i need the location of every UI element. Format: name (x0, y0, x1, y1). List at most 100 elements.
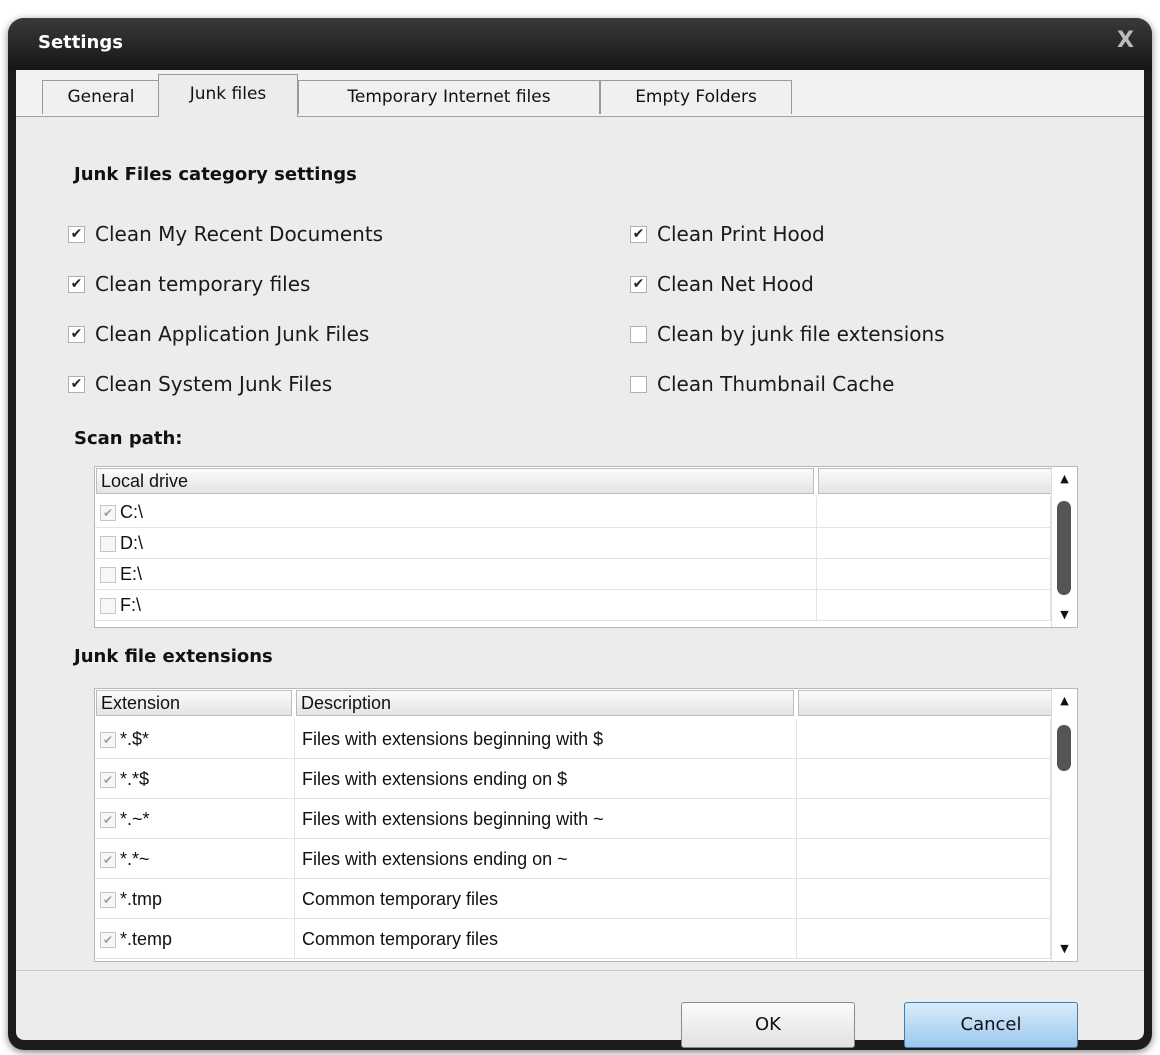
junk-option[interactable]: ✔ Clean Application Junk Files (68, 320, 369, 348)
junk-option-label: Clean temporary files (95, 272, 311, 296)
drive-cell: ✔ C:\ (95, 497, 817, 528)
table-row[interactable]: E:\ (95, 559, 1051, 590)
table-row[interactable]: ✔ *.*$ Files with extensions ending on $ (95, 759, 1051, 799)
extension-cell: ✔ *.$* (95, 719, 295, 759)
table-row[interactable]: ✔ *.~* Files with extensions beginning wit… (95, 799, 1051, 839)
tab-temporary-internet-files[interactable]: Temporary Internet files (298, 80, 600, 114)
checkbox-checked-icon[interactable]: ✔ (100, 812, 116, 829)
junk-option[interactable]: ✔ Clean temporary files (68, 270, 310, 298)
column-header-blank[interactable] (798, 690, 1052, 716)
checkbox-unchecked-icon[interactable] (100, 598, 116, 615)
checkbox-checked-icon[interactable]: ✔ (630, 275, 647, 293)
checkbox-checked-icon[interactable]: ✔ (100, 772, 116, 789)
junk-settings-heading: Junk Files category settings (74, 164, 357, 185)
drive-label: D:\ (120, 533, 144, 553)
junk-option[interactable]: ✔ Clean My Recent Documents (68, 220, 383, 248)
table-row[interactable]: F:\ (95, 590, 1051, 621)
table-row[interactable]: ✔ *.temp Common temporary files (95, 919, 1051, 959)
empty-cell (797, 799, 1051, 839)
checkbox-checked-icon[interactable]: ✔ (68, 225, 85, 243)
junk-option[interactable]: Clean by junk file extensions (630, 320, 945, 348)
checkbox-unchecked-icon[interactable] (630, 325, 647, 343)
checkbox-unchecked-icon[interactable] (630, 375, 647, 393)
checkbox-checked-icon[interactable]: ✔ (100, 732, 116, 749)
scroll-thumb[interactable] (1057, 501, 1071, 595)
dialog-content: General Junk files Temporary Internet fi… (16, 70, 1144, 1048)
table-row[interactable]: ✔ C:\ (95, 497, 1051, 528)
checkbox-checked-icon[interactable]: ✔ (68, 275, 85, 293)
checkbox-unchecked-icon[interactable] (100, 567, 116, 584)
empty-cell (797, 759, 1051, 799)
description-cell: Files with extensions ending on ~ (295, 839, 797, 879)
description-cell: Common temporary files (295, 919, 797, 959)
tab-bar: General Junk files Temporary Internet fi… (16, 70, 1144, 117)
scroll-thumb[interactable] (1057, 725, 1071, 771)
junk-option[interactable]: ✔ Clean System Junk Files (68, 370, 332, 398)
cancel-button[interactable]: Cancel (904, 1002, 1078, 1048)
ok-button[interactable]: OK (681, 1002, 855, 1048)
drive-cell: F:\ (95, 590, 817, 621)
junk-option-label: Clean Print Hood (657, 222, 825, 246)
junk-extensions-grid: Extension Description ✔ *.$* Files with ex… (94, 688, 1078, 962)
extension-description: Files with extensions beginning with $ (302, 729, 604, 749)
extension-cell: ✔ *.tmp (95, 879, 295, 919)
table-row[interactable]: ✔ *.tmp Common temporary files (95, 879, 1051, 919)
checkbox-checked-icon[interactable]: ✔ (68, 375, 85, 393)
extension-pattern: *.~* (120, 809, 150, 829)
table-row[interactable]: ✔ *.*~ Files with extensions ending on ~ (95, 839, 1051, 879)
empty-cell (797, 919, 1051, 959)
column-header-extension[interactable]: Extension (96, 690, 292, 716)
junk-option-label: Clean Application Junk Files (95, 322, 370, 346)
tab-junk-files[interactable]: Junk files (158, 74, 298, 117)
title-bar[interactable]: Settings X (8, 18, 1152, 70)
checkbox-checked-icon[interactable]: ✔ (100, 505, 116, 522)
close-icon[interactable]: X (1117, 28, 1134, 53)
drive-label: E:\ (120, 564, 143, 584)
scroll-down-icon[interactable]: ▼ (1052, 605, 1077, 625)
empty-cell (797, 719, 1051, 759)
drive-label: F:\ (120, 595, 141, 615)
table-row[interactable]: ✔ *.$* Files with extensions beginning wit… (95, 719, 1051, 759)
junk-option[interactable]: ✔ Clean Net Hood (630, 270, 814, 298)
junk-option-label: Clean by junk file extensions (657, 322, 945, 346)
checkbox-checked-icon[interactable]: ✔ (100, 892, 116, 909)
checkbox-checked-icon[interactable]: ✔ (100, 852, 116, 869)
empty-cell (817, 497, 1051, 528)
extensions-scrollbar[interactable]: ▲ ▼ (1051, 689, 1077, 961)
description-cell: Files with extensions ending on $ (295, 759, 797, 799)
description-cell: Files with extensions beginning with $ (295, 719, 797, 759)
checkbox-checked-icon[interactable]: ✔ (68, 325, 85, 343)
description-cell: Common temporary files (295, 879, 797, 919)
table-row[interactable]: D:\ (95, 528, 1051, 559)
settings-dialog: Settings X General Junk files Temporary … (8, 18, 1152, 1050)
column-header-blank[interactable] (818, 468, 1052, 494)
scroll-up-icon[interactable]: ▲ (1052, 691, 1077, 711)
extension-cell: ✔ *.*~ (95, 839, 295, 879)
extension-pattern: *.*~ (120, 849, 150, 869)
scroll-up-icon[interactable]: ▲ (1052, 469, 1077, 489)
extension-pattern: *.*$ (120, 769, 150, 789)
checkbox-checked-icon[interactable]: ✔ (100, 932, 116, 949)
junk-option[interactable]: Clean Thumbnail Cache (630, 370, 894, 398)
column-header-local-drive[interactable]: Local drive (96, 468, 814, 494)
scroll-down-icon[interactable]: ▼ (1052, 939, 1077, 959)
extension-pattern: *.tmp (120, 889, 163, 909)
extension-cell: ✔ *.temp (95, 919, 295, 959)
scan-path-scrollbar[interactable]: ▲ ▼ (1051, 467, 1077, 627)
extension-pattern: *.$* (120, 729, 150, 749)
extension-description: Common temporary files (302, 929, 499, 949)
drive-cell: D:\ (95, 528, 817, 559)
window-title: Settings (38, 32, 123, 53)
tab-general[interactable]: General (42, 80, 160, 114)
tab-empty-folders[interactable]: Empty Folders (600, 80, 792, 114)
extension-description: Files with extensions ending on ~ (302, 849, 568, 869)
extension-pattern: *.temp (120, 929, 173, 949)
checkbox-unchecked-icon[interactable] (100, 536, 116, 553)
column-header-description[interactable]: Description (296, 690, 794, 716)
junk-option[interactable]: ✔ Clean Print Hood (630, 220, 825, 248)
empty-cell (817, 590, 1051, 621)
drive-label: C:\ (120, 502, 144, 522)
junk-option-label: Clean System Junk Files (95, 372, 333, 396)
empty-cell (797, 879, 1051, 919)
checkbox-checked-icon[interactable]: ✔ (630, 225, 647, 243)
